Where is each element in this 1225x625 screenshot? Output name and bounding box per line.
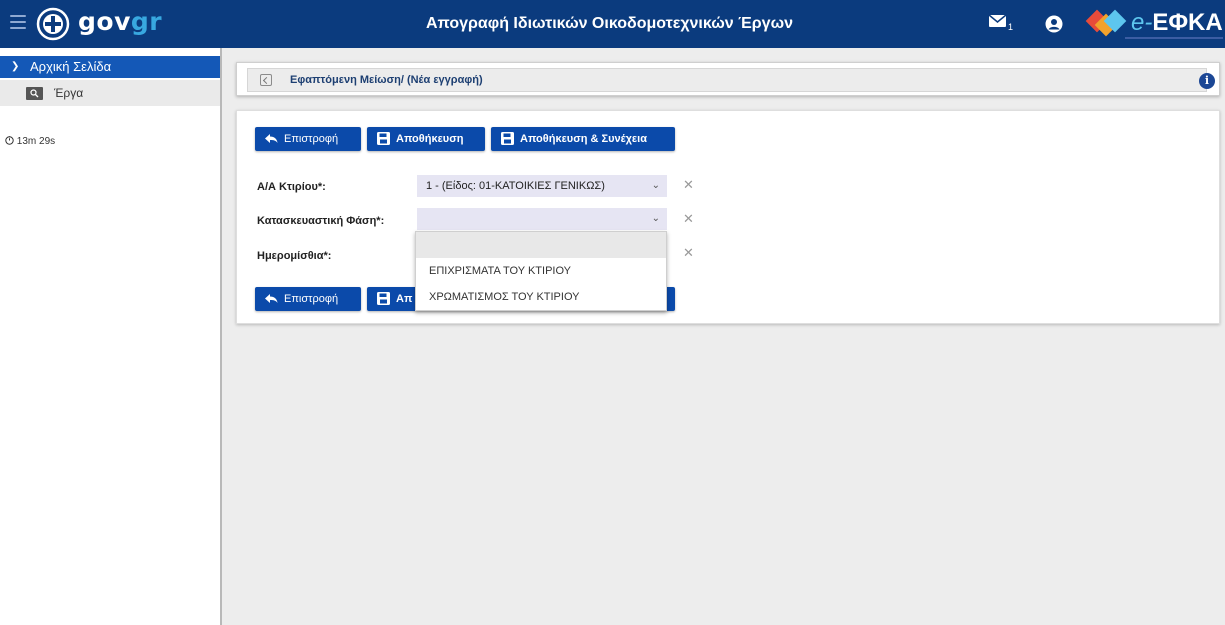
construction-phase-select[interactable]: ⌄ — [417, 208, 667, 230]
app-title: Απογραφή Ιδιωτικών Οικοδομοτεχνικών Έργω… — [426, 15, 793, 32]
chevron-down-icon: ⌄ — [651, 180, 660, 191]
clear-icon[interactable]: ✕ — [683, 211, 694, 227]
top-bar: govgr Απογραφή Ιδιωτικών Οικοδομοτεχνικώ… — [0, 0, 1225, 48]
clear-icon[interactable]: ✕ — [683, 177, 694, 193]
clear-icon[interactable]: ✕ — [683, 245, 694, 261]
floppy-disk-icon — [377, 292, 390, 305]
chevron-down-icon: ❯ — [11, 61, 20, 72]
timer-value: 13m 29s — [16, 136, 56, 147]
save-button[interactable]: Αποθήκευση — [367, 127, 485, 151]
search-icon — [26, 87, 43, 100]
building-select[interactable]: 1 - (Είδος: 01-ΚΑΤΟΙΚΙΕΣ ΓΕΝΙΚΩΣ) ⌄ — [417, 175, 667, 197]
sidebar-item-home[interactable]: ❯ Αρχική Σελίδα — [0, 56, 220, 78]
chevron-down-icon: ⌄ — [651, 213, 660, 224]
wages-label: Ημερομίσθια*: — [257, 250, 332, 262]
reply-arrow-icon — [265, 294, 278, 303]
user-icon[interactable] — [1045, 15, 1063, 33]
breadcrumb: Εφαπτόμενη Μείωση/ (Νέα εγγραφή) i — [247, 68, 1215, 92]
construction-phase-label: Κατασκευαστική Φάση*: — [257, 215, 385, 227]
dropdown-option[interactable]: ΕΠΙΧΡΙΣΜΑΤΑ ΤΟΥ ΚΤΙΡΙΟΥ — [429, 265, 571, 277]
construction-phase-dropdown: ΕΠΙΧΡΙΣΜΑΤΑ ΤΟΥ ΚΤΙΡΙΟΥ ΧΡΩΜΑΤΙΣΜΟΣ ΤΟΥ … — [415, 231, 667, 311]
collapse-left-icon[interactable] — [260, 74, 272, 86]
mail-count-badge: 1 — [1008, 22, 1014, 32]
mail-icon[interactable] — [987, 12, 1019, 34]
efka-logo-text: e-ΕΦΚΑ — [1131, 9, 1223, 36]
floppy-disk-icon — [501, 132, 514, 145]
form-card: Επιστροφή Αποθήκευση Αποθήκευση & Συνέχε… — [236, 110, 1220, 324]
govgr-logo[interactable]: govgr — [78, 5, 162, 39]
dropdown-option[interactable]: ΧΡΩΜΑΤΙΣΜΟΣ ΤΟΥ ΚΤΙΡΙΟΥ — [429, 291, 580, 303]
reply-arrow-icon — [265, 134, 278, 143]
sidebar: ❯ Αρχική Σελίδα Έργα 13m 29s — [0, 48, 222, 625]
breadcrumb-card: Εφαπτόμενη Μείωση/ (Νέα εγγραφή) i — [236, 62, 1220, 96]
greek-emblem-icon — [36, 7, 70, 41]
info-icon[interactable]: i — [1199, 73, 1215, 89]
back-button[interactable]: Επιστροφή — [255, 127, 361, 151]
breadcrumb-title: Εφαπτόμενη Μείωση/ (Νέα εγγραφή) — [290, 74, 483, 86]
sidebar-item-label: Αρχική Σελίδα — [30, 59, 112, 74]
clock-icon — [5, 136, 14, 145]
sidebar-item-erga[interactable]: Έργα — [0, 80, 220, 106]
bottom-back-button[interactable]: Επιστροφή — [255, 287, 361, 311]
floppy-disk-icon — [377, 132, 390, 145]
building-label: Α/Α Κτιρίου*: — [257, 181, 326, 193]
save-and-continue-button[interactable]: Αποθήκευση & Συνέχεια — [491, 127, 675, 151]
dropdown-option-empty[interactable] — [416, 232, 666, 258]
menu-icon[interactable] — [10, 15, 26, 29]
sidebar-item-label: Έργα — [54, 86, 84, 100]
session-timer: 13m 29s — [5, 136, 55, 147]
